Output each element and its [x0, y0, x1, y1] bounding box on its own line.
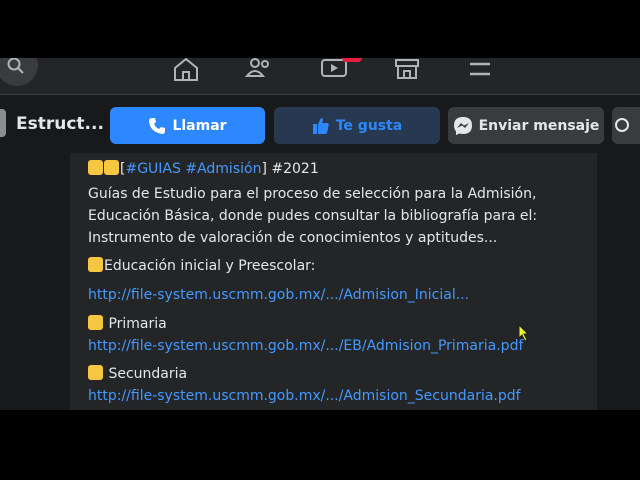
top-navigation-bar: [0, 58, 640, 95]
link-admision-primaria[interactable]: http://file-system.uscmm.gob.mx/.../EB/A…: [88, 335, 588, 357]
post-text: [#GUIAS #Admisión] #2021 Guías de Estudi…: [88, 158, 588, 407]
link-admision-inicial[interactable]: http://file-system.uscmm.gob.mx/.../Admi…: [88, 284, 588, 306]
hashtag-admision[interactable]: #Admisión: [185, 161, 261, 177]
yellow-square-emoji-icon: [88, 160, 103, 175]
section-title-text: Educación inicial y Preescolar:: [104, 258, 316, 274]
search-page-button[interactable]: [612, 107, 640, 144]
search-button[interactable]: [0, 58, 38, 86]
menu-icon[interactable]: [466, 58, 494, 82]
page-action-bar: Estruct... Llamar Te gusta Enviar mensaj…: [0, 95, 640, 153]
search-icon: [7, 58, 24, 74]
send-message-button[interactable]: Enviar mensaje: [448, 107, 604, 144]
like-button[interactable]: Te gusta: [274, 107, 440, 144]
send-message-label: Enviar mensaje: [478, 117, 600, 134]
yellow-square-emoji-icon: [88, 257, 103, 272]
thumbs-up-icon: [312, 117, 329, 134]
hashtag-guias[interactable]: #GUIAS: [125, 161, 180, 177]
section-title: Educación inicial y Preescolar:: [88, 255, 588, 277]
page-name[interactable]: Estruct...: [16, 114, 104, 134]
page-avatar[interactable]: [0, 109, 6, 137]
facebook-page-screen: Estruct... Llamar Te gusta Enviar mensaj…: [0, 58, 640, 410]
search-icon: [615, 117, 629, 132]
section-title-text: Secundaria: [104, 366, 188, 382]
post-card: [#GUIAS #Admisión] #2021 Guías de Estudi…: [70, 153, 597, 410]
home-icon[interactable]: [172, 58, 200, 82]
section-title: Primaria: [88, 313, 588, 335]
marketplace-icon[interactable]: [393, 58, 421, 82]
yellow-square-emoji-icon: [104, 160, 119, 175]
yellow-square-emoji-icon: [88, 365, 103, 380]
messenger-icon: [453, 116, 472, 135]
like-button-label: Te gusta: [335, 117, 403, 134]
section-title-text: Primaria: [104, 316, 167, 332]
header-suffix: ] #2021: [261, 161, 319, 177]
phone-icon: [149, 117, 166, 134]
post-description: Guías de Estudio para el proceso de sele…: [88, 186, 538, 246]
link-admision-secundaria[interactable]: http://file-system.uscmm.gob.mx/.../Admi…: [88, 385, 588, 407]
friends-icon[interactable]: [245, 58, 273, 82]
call-button-label: Llamar: [172, 117, 227, 134]
section-title: Secundaria: [88, 363, 588, 385]
mouse-cursor-icon: [518, 324, 530, 342]
notification-badge: [342, 58, 362, 62]
post-header: [#GUIAS #Admisión] #2021: [88, 158, 588, 180]
yellow-square-emoji-icon: [88, 315, 103, 330]
call-button[interactable]: Llamar: [110, 107, 265, 144]
